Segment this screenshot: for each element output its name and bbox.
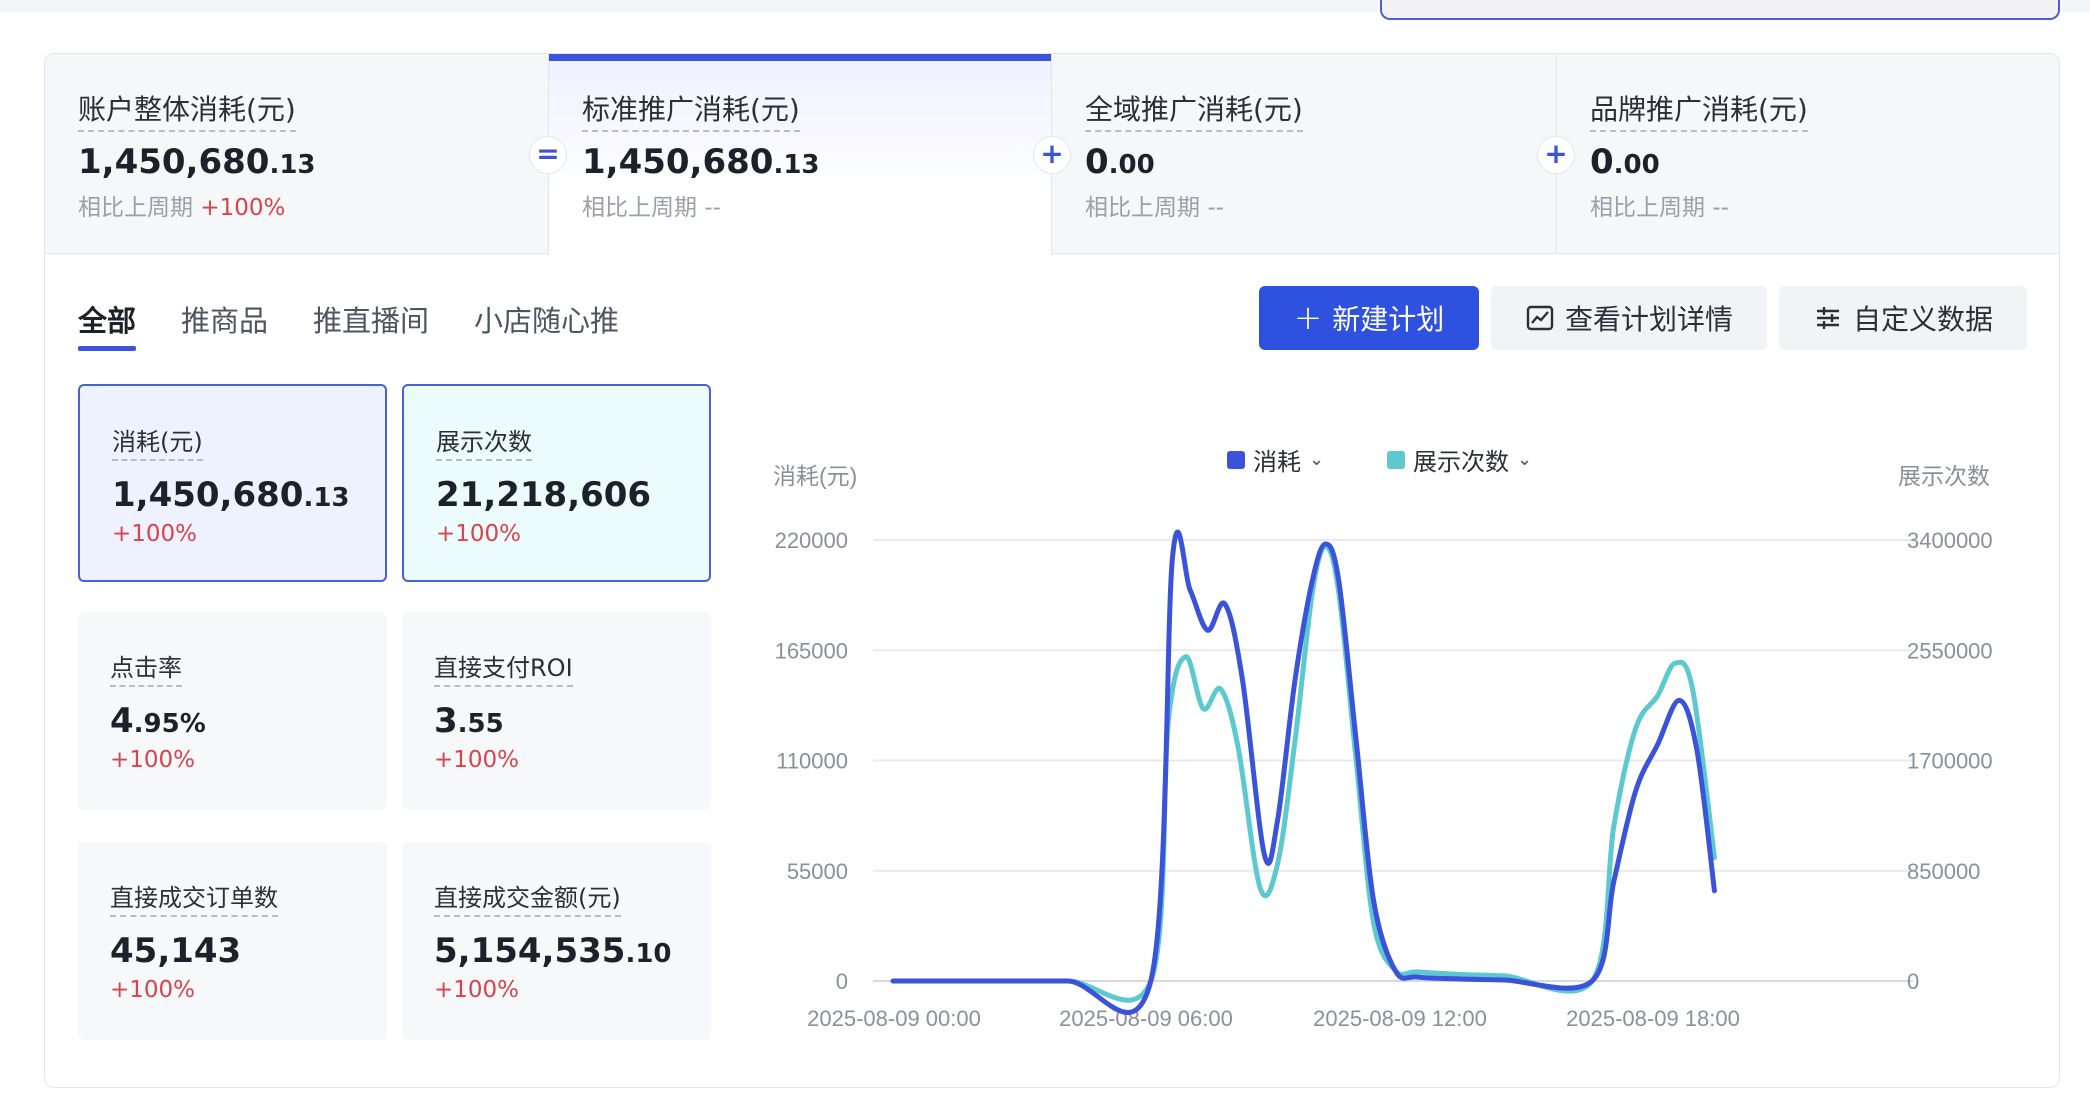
y-tick-label-right: 850000 <box>1907 859 1980 884</box>
y-tick-label-left: 0 <box>836 969 848 994</box>
plus-icon: + <box>1537 136 1575 174</box>
plus-icon: + <box>1033 136 1071 174</box>
x-tick-label: 2025-08-09 06:00 <box>1059 1006 1233 1031</box>
y-axis-title-left: 消耗(元) <box>773 463 857 489</box>
y-tick-label-right: 3400000 <box>1907 528 1993 553</box>
y-tick-label-left: 220000 <box>775 528 848 553</box>
x-tick-label: 2025-08-09 00:00 <box>807 1006 981 1031</box>
y-tick-label-right: 1700000 <box>1907 749 1993 774</box>
series-line-cost <box>890 529 1717 1015</box>
line-chart: 消耗(元) 展示次数 220000 3400000 165000 2550000 11000… <box>773 463 1993 1031</box>
y-tick-label-left: 55000 <box>787 859 848 884</box>
y-tick-label-right: 2550000 <box>1907 638 1993 663</box>
y-tick-label-right: 0 <box>1907 969 1919 994</box>
y-tick-label-left: 165000 <box>775 638 848 663</box>
y-tick-label-left: 110000 <box>776 749 848 774</box>
ad-overview-panel: 账户整体消耗(元) 1,450,680.13 相比上周期 +100% 标准推广消… <box>44 53 2060 1088</box>
x-tick-label: 2025-08-09 12:00 <box>1313 1006 1487 1031</box>
x-tick-label: 2025-08-09 18:00 <box>1566 1006 1740 1031</box>
y-axis-title-right: 展示次数 <box>1898 463 1990 489</box>
top-search-box[interactable] <box>1380 0 2060 20</box>
equals-icon: = <box>529 136 567 174</box>
